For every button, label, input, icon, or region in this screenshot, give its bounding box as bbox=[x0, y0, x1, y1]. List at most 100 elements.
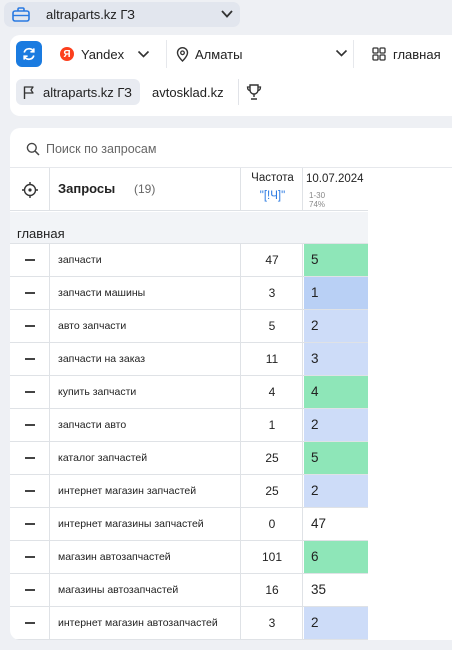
search-input[interactable] bbox=[46, 138, 426, 160]
table-row[interactable]: запчасти машины 3 1 bbox=[10, 277, 368, 310]
row-status-cell[interactable] bbox=[10, 607, 50, 639]
position-cell[interactable]: 2 bbox=[304, 310, 368, 342]
table-body: запчасти 47 5 запчасти машины 3 1 авто запчаст… bbox=[10, 244, 368, 640]
dash-icon bbox=[25, 622, 35, 624]
table-row[interactable]: авто запчасти 5 2 bbox=[10, 310, 368, 343]
refresh-button[interactable] bbox=[16, 41, 42, 67]
table-row[interactable]: каталог запчастей 25 5 bbox=[10, 442, 368, 475]
row-status-cell[interactable] bbox=[10, 541, 50, 573]
row-status-cell[interactable] bbox=[10, 376, 50, 408]
trophy-icon[interactable] bbox=[245, 83, 263, 101]
target-column-header[interactable] bbox=[10, 168, 50, 211]
crosshair-icon bbox=[21, 181, 38, 198]
frequency-cell: 16 bbox=[242, 574, 303, 606]
row-status-cell[interactable] bbox=[10, 244, 50, 276]
query-cell[interactable]: интернет магазины запчастей bbox=[51, 508, 241, 540]
table-row[interactable]: магазин автозапчастей 101 6 bbox=[10, 541, 368, 574]
dash-icon bbox=[25, 490, 35, 492]
queries-column-header[interactable]: Запросы (19) bbox=[51, 168, 241, 211]
domain-tab-label: avtosklad.kz bbox=[152, 84, 224, 100]
query-text: интернет магазины запчастей bbox=[58, 517, 204, 530]
position-cell[interactable]: 47 bbox=[304, 508, 368, 540]
position-cell[interactable]: 5 bbox=[304, 244, 368, 276]
query-cell[interactable]: каталог запчастей bbox=[51, 442, 241, 474]
grid-icon bbox=[372, 47, 386, 61]
table-row[interactable]: интернет магазины запчастей 0 47 bbox=[10, 508, 368, 541]
query-cell[interactable]: интернет магазин автозапчастей bbox=[51, 607, 241, 639]
domain-tab-label: altraparts.kz ГЗ bbox=[43, 84, 133, 100]
group-label: главная bbox=[393, 46, 441, 62]
frequency-cell: 3 bbox=[242, 607, 303, 639]
table-row[interactable]: магазины автозапчастей 16 35 bbox=[10, 574, 368, 607]
domain-tab-altraparts[interactable]: altraparts.kz ГЗ bbox=[16, 79, 141, 105]
date-header-label: 10.07.2024 bbox=[306, 173, 364, 185]
position-cell[interactable]: 4 bbox=[304, 376, 368, 408]
date-range: 1-30 bbox=[309, 191, 326, 200]
table-header: Запросы (19) Частота "[!Ч]" 10.07.2024 1… bbox=[10, 168, 368, 211]
frequency-cell: 25 bbox=[242, 475, 303, 507]
position-cell[interactable]: 5 bbox=[304, 442, 368, 474]
query-text: магазин автозапчастей bbox=[58, 550, 171, 563]
briefcase-icon bbox=[12, 7, 30, 22]
table-row[interactable]: купить запчасти 4 4 bbox=[10, 376, 368, 409]
position-cell[interactable]: 35 bbox=[304, 574, 368, 606]
row-status-cell[interactable] bbox=[10, 310, 50, 342]
domain-tab-avtosklad[interactable]: avtosklad.kz bbox=[144, 79, 232, 105]
frequency-cell: 3 bbox=[242, 277, 303, 309]
query-text: интернет магазин автозапчастей bbox=[58, 616, 218, 629]
frequency-column-header[interactable]: Частота "[!Ч]" bbox=[242, 168, 303, 211]
frequency-operator[interactable]: "[!Ч]" bbox=[242, 190, 303, 202]
table-row[interactable]: запчасти авто 1 2 bbox=[10, 409, 368, 442]
query-cell[interactable]: запчасти авто bbox=[51, 409, 241, 441]
position-cell[interactable]: 2 bbox=[304, 607, 368, 639]
query-cell[interactable]: магазины автозапчастей bbox=[51, 574, 241, 606]
region-select[interactable]: Алматы bbox=[166, 40, 354, 68]
domain-tabs: altraparts.kz ГЗ avtosklad.kz bbox=[16, 77, 263, 107]
row-status-cell[interactable] bbox=[10, 574, 50, 606]
query-cell[interactable]: магазин автозапчастей bbox=[51, 541, 241, 573]
table-row[interactable]: интернет магазин запчастей 25 2 bbox=[10, 475, 368, 508]
query-text: запчасти bbox=[58, 253, 102, 266]
table-row[interactable]: интернет магазин автозапчастей 3 2 bbox=[10, 607, 368, 640]
dash-icon bbox=[25, 424, 35, 426]
dash-icon bbox=[25, 523, 35, 525]
group-header-label: главная bbox=[17, 226, 65, 241]
dash-icon bbox=[25, 259, 35, 261]
divider bbox=[237, 79, 239, 105]
date-column-header[interactable]: 10.07.2024 1-30 74% bbox=[304, 168, 368, 211]
table-row[interactable]: запчасти на заказ 11 3 bbox=[10, 343, 368, 376]
region-label: Алматы bbox=[195, 47, 243, 62]
row-status-cell[interactable] bbox=[10, 277, 50, 309]
query-text: запчасти на заказ bbox=[58, 352, 146, 365]
position-cell[interactable]: 3 bbox=[304, 343, 368, 375]
frequency-cell: 25 bbox=[242, 442, 303, 474]
frequency-cell: 101 bbox=[242, 541, 303, 573]
query-text: авто запчасти bbox=[58, 319, 127, 332]
query-cell[interactable]: запчасти bbox=[51, 244, 241, 276]
query-cell[interactable]: запчасти машины bbox=[51, 277, 241, 309]
group-select[interactable]: главная bbox=[372, 43, 441, 65]
query-cell[interactable]: купить запчасти bbox=[51, 376, 241, 408]
position-cell[interactable]: 6 bbox=[304, 541, 368, 573]
project-select[interactable]: altraparts.kz ГЗ bbox=[4, 2, 240, 27]
dash-icon bbox=[25, 358, 35, 360]
query-cell[interactable]: интернет магазин запчастей bbox=[51, 475, 241, 507]
row-status-cell[interactable] bbox=[10, 508, 50, 540]
position-cell[interactable]: 2 bbox=[304, 409, 368, 441]
row-status-cell[interactable] bbox=[10, 475, 50, 507]
project-name: altraparts.kz ГЗ bbox=[46, 7, 136, 22]
dash-icon bbox=[25, 391, 35, 393]
row-status-cell[interactable] bbox=[10, 409, 50, 441]
yandex-logo-icon: Я bbox=[60, 47, 74, 61]
chevron-down-icon bbox=[335, 49, 348, 57]
row-status-cell[interactable] bbox=[10, 343, 50, 375]
table-row[interactable]: запчасти 47 5 bbox=[10, 244, 368, 277]
row-status-cell[interactable] bbox=[10, 442, 50, 474]
position-cell[interactable]: 1 bbox=[304, 277, 368, 309]
query-cell[interactable]: авто запчасти bbox=[51, 310, 241, 342]
location-pin-icon bbox=[176, 47, 189, 62]
position-cell[interactable]: 2 bbox=[304, 475, 368, 507]
query-cell[interactable]: запчасти на заказ bbox=[51, 343, 241, 375]
search-engine-select[interactable]: Я Yandex bbox=[60, 43, 150, 65]
query-text: купить запчасти bbox=[58, 385, 137, 398]
